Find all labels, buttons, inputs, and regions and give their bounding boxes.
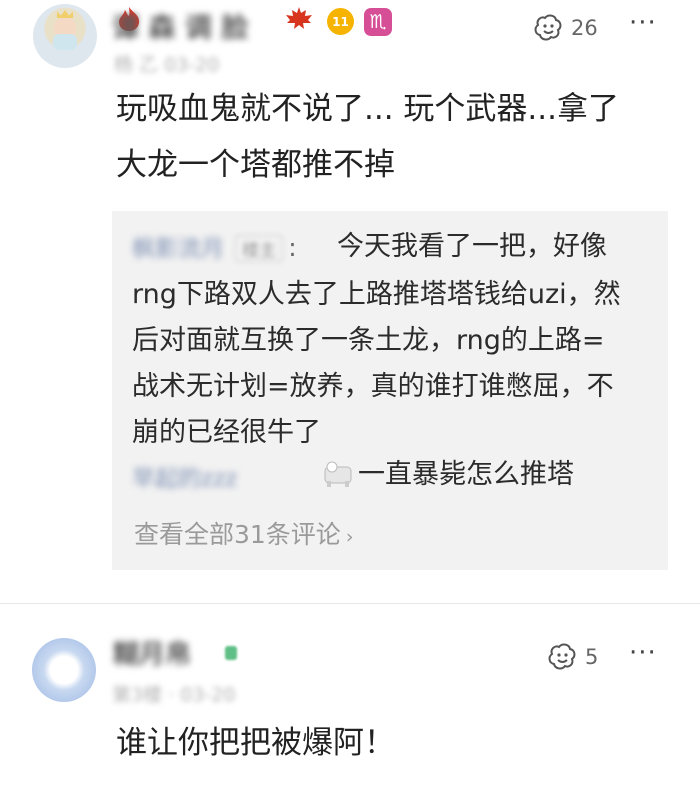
reply-2-header: 早起的zzz — [132, 459, 237, 493]
view-all-replies-link[interactable]: 查看全部31条评论 › — [134, 515, 354, 551]
username[interactable]: 谭 森 调 脸 — [112, 6, 248, 45]
comment-text: 谁让你把把被爆阿！ — [116, 725, 395, 761]
avatar[interactable] — [32, 638, 96, 702]
view-all-label: 查看全部31条评论 — [134, 520, 341, 549]
reply-colon: : — [288, 233, 297, 262]
reply-thread[interactable]: 枫影流月 楼主 : 今天我看了一把，好像 rng下路双人去了上路推塔塔钱给uzi… — [112, 211, 668, 570]
reply-1-line-1: 今天我看了一把，好像 — [337, 231, 607, 262]
zodiac-badge: ♏ — [364, 8, 392, 36]
comment-meta: 杨 乙 03-20 — [114, 54, 220, 76]
like-button[interactable]: 26 — [531, 12, 598, 44]
reply-author-name[interactable]: 早起的zzz — [132, 459, 237, 493]
username[interactable]: 糊月帛 — [113, 634, 191, 671]
like-face-icon — [534, 14, 562, 41]
like-face-icon — [548, 643, 576, 670]
reply-1-header: 枫影流月 楼主 : — [132, 229, 297, 263]
like-count: 26 — [571, 16, 598, 40]
divider — [0, 603, 700, 604]
face-mask-icon — [53, 34, 77, 50]
reply-2-text: 一直暴毙怎么推塔 — [358, 459, 574, 490]
sticker-icon — [324, 461, 352, 487]
comment-meta: 第3楼 · 03-20 — [112, 684, 236, 706]
avatar[interactable] — [33, 4, 97, 68]
comment-text-line-2: 大龙一个塔都推不掉 — [116, 147, 395, 183]
level-badge: 11 — [327, 8, 354, 35]
more-options-icon[interactable]: ··· — [629, 638, 657, 668]
comment-text-line-1: 玩吸血鬼就不说了... 玩个武器...拿了 — [116, 91, 619, 127]
reply-1-line-4: 战术无计划=放养，真的谁打谁憋屈，不 — [132, 371, 614, 402]
crown-icon — [57, 10, 73, 18]
like-button[interactable]: 5 — [545, 641, 598, 673]
member-badge-icon — [225, 646, 237, 660]
reply-1-line-5: 崩的已经很牛了 — [132, 417, 321, 448]
maple-leaf-icon — [286, 7, 312, 29]
more-options-icon[interactable]: ··· — [629, 8, 657, 38]
like-count: 5 — [585, 645, 599, 669]
reply-author-name[interactable]: 枫影流月 — [132, 229, 224, 263]
author-tag: 楼主 — [235, 235, 284, 262]
reply-1-line-2: rng下路双人去了上路推塔塔钱给uzi，然 — [132, 279, 621, 310]
reply-1-line-3: 后对面就互换了一条土龙，rng的上路= — [132, 325, 605, 356]
chevron-right-icon: › — [345, 526, 354, 548]
